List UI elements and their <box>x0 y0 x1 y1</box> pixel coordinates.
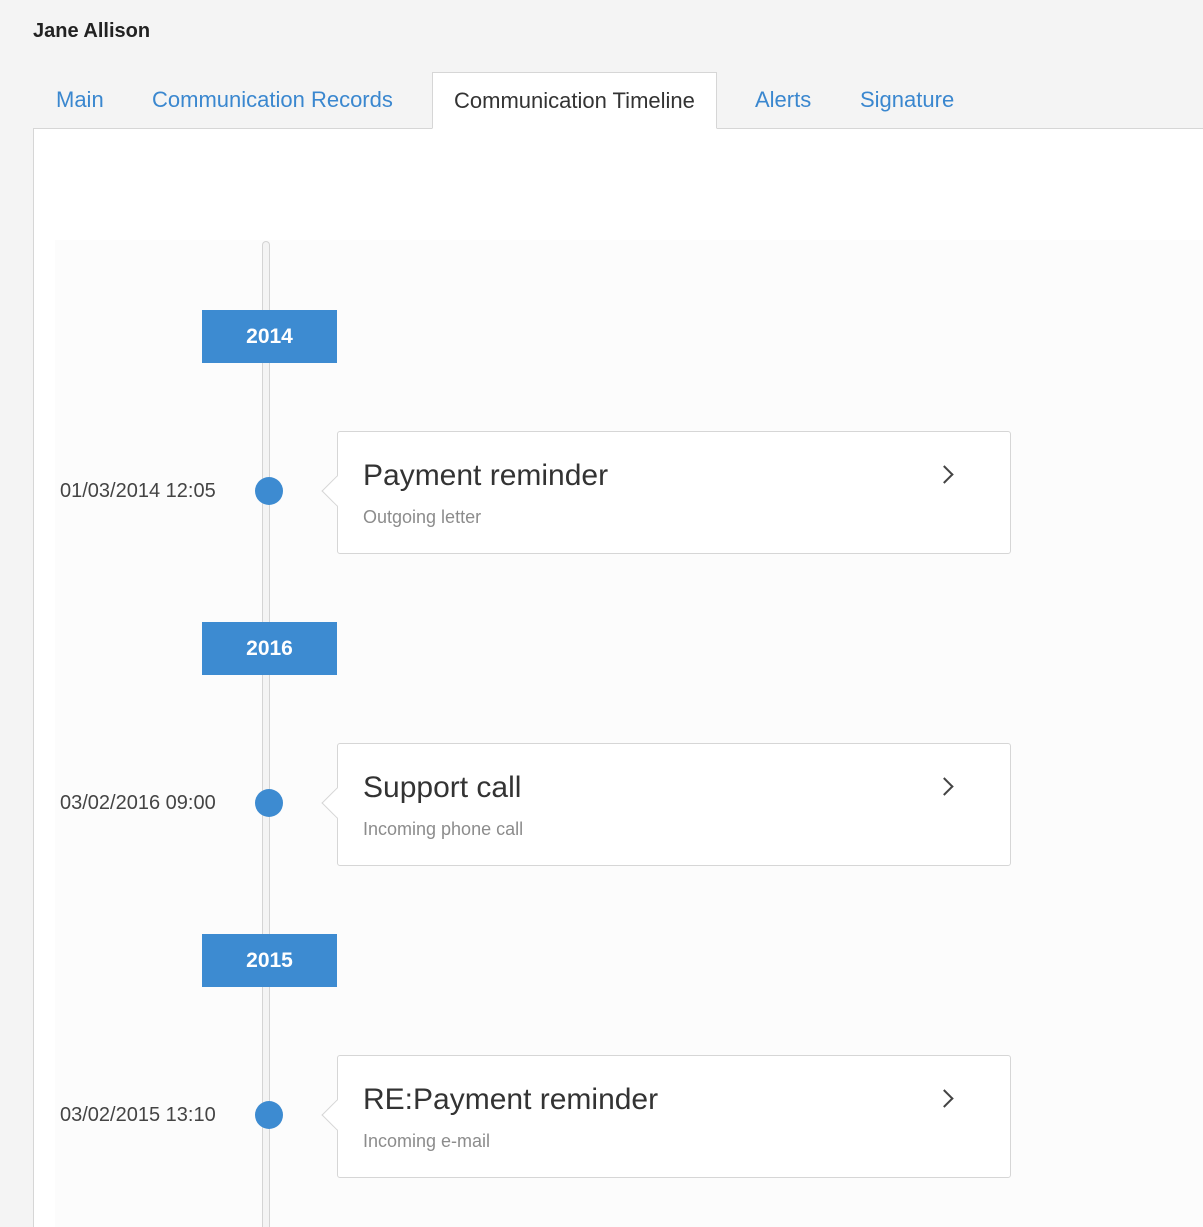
event-datetime: 01/03/2014 12:05 <box>60 480 216 502</box>
event-title: Payment reminder <box>363 459 609 492</box>
event-card[interactable]: RE:Payment reminder Incoming e-mail <box>321 1055 1011 1178</box>
chevron-right-icon[interactable] <box>935 777 954 796</box>
event-datetime: 03/02/2015 13:10 <box>60 1104 216 1126</box>
event-type: Incoming phone call <box>363 819 524 839</box>
event-title: RE:Payment reminder <box>363 1083 659 1116</box>
timeline-dot <box>255 477 283 505</box>
page-title: Jane Allison <box>33 20 151 42</box>
tab-alerts[interactable]: Alerts <box>755 72 811 128</box>
event-card[interactable]: Payment reminder Outgoing letter <box>321 431 1011 554</box>
year-badge: 2016 <box>202 622 337 675</box>
year-badge: 2015 <box>202 934 337 987</box>
timeline-line <box>262 241 270 1227</box>
timeline-dot <box>255 1101 283 1129</box>
year-badge: 2014 <box>202 310 337 363</box>
event-card[interactable]: Support call Incoming phone call <box>321 743 1011 866</box>
event-type: Incoming e-mail <box>363 1131 491 1151</box>
tab-communication-timeline[interactable]: Communication Timeline <box>432 72 717 129</box>
event-datetime: 03/02/2016 09:00 <box>60 792 216 814</box>
chevron-right-icon[interactable] <box>935 1089 954 1108</box>
event-type: Outgoing letter <box>363 507 482 527</box>
tab-main[interactable]: Main <box>56 72 104 128</box>
tab-strip: Main Communication Records Communication… <box>33 72 1203 129</box>
tab-signature[interactable]: Signature <box>860 72 954 128</box>
event-title: Support call <box>363 771 522 804</box>
tab-communication-records[interactable]: Communication Records <box>152 72 393 128</box>
chevron-right-icon[interactable] <box>935 465 954 484</box>
timeline-dot <box>255 789 283 817</box>
